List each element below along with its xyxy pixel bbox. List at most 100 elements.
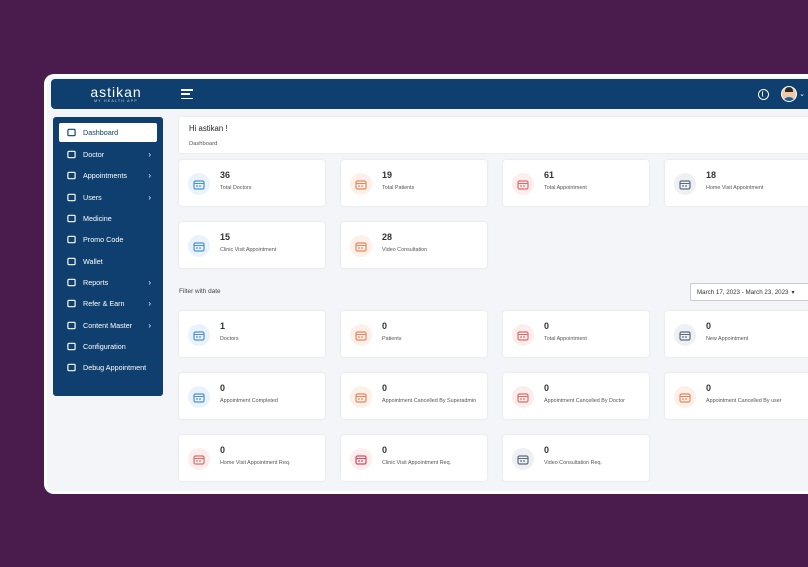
chevron-down-icon[interactable]: ⌄ (799, 90, 805, 98)
sidebar-item-reports[interactable]: Reports › (53, 272, 163, 293)
patients-icon (350, 324, 372, 346)
patients-icon (350, 173, 372, 195)
stat-value: 1 (220, 321, 226, 331)
home-icon (67, 128, 76, 137)
language-globe-icon[interactable] (758, 88, 770, 100)
stat-value: 0 (706, 321, 712, 331)
appointments-icon (67, 171, 76, 180)
sidebar-item-appointments[interactable]: Appointments › (53, 165, 163, 186)
sidebar-item-content-master[interactable]: Content Master › (53, 314, 163, 335)
doctors-icon (188, 173, 210, 195)
sidebar-item-label: Configuration (83, 341, 126, 351)
medicine-icon (67, 214, 76, 223)
stat-card[interactable]: 36 Total Doctors (179, 160, 325, 206)
stat-label: Video Consultation (382, 247, 428, 253)
home-visit-icon (188, 448, 210, 470)
stat-value: 0 (382, 445, 388, 455)
stat-label: New Appointment (706, 336, 749, 342)
sidebar-item-wallet[interactable]: Wallet (53, 250, 163, 271)
gear-icon (67, 342, 76, 351)
sidebar-item-debug-appointment[interactable]: Debug Appointment (53, 357, 163, 378)
caret-down-icon: ▾ (791, 289, 795, 296)
stat-value: 0 (544, 321, 550, 331)
stat-label: Appointment Cancelled By Superadmin (382, 398, 477, 404)
stat-label: Appointment Cancelled By Doctor (544, 398, 625, 404)
page-title: Hi astikan ! (189, 124, 228, 133)
stat-value: 28 (382, 232, 393, 242)
sidebar-item-medicine[interactable]: Medicine (53, 208, 163, 229)
stat-card[interactable]: 19 Total Patients (341, 160, 487, 206)
home-visit-icon (674, 173, 696, 195)
stat-value: 18 (706, 170, 717, 180)
calendar-icon (674, 324, 696, 346)
video-icon (512, 448, 534, 470)
logo[interactable]: astikan MY HEALTH APP (51, 79, 169, 109)
wallet-icon (67, 257, 76, 266)
stat-label: Total Appointment (544, 336, 587, 342)
sidebar-item-label: Dashboard (83, 128, 119, 137)
calendar-icon (512, 324, 534, 346)
sidebar-item-label: Wallet (83, 256, 103, 266)
stat-card[interactable]: 61 Total Appointment (503, 160, 649, 206)
stat-label: Total Doctors (220, 185, 252, 191)
stat-label: Clinic Visit Appointment Req. (382, 460, 452, 466)
sidebar-item-users[interactable]: Users › (53, 187, 163, 208)
sidebar-item-configuration[interactable]: Configuration (53, 336, 163, 357)
chevron-right-icon: › (148, 171, 151, 181)
stat-label: Total Patients (382, 185, 415, 191)
avatar[interactable] (781, 86, 798, 102)
report-icon (67, 278, 76, 287)
tag-icon (67, 235, 76, 244)
stat-value: 0 (706, 383, 712, 393)
stat-card[interactable]: 0 Total Appointment (503, 311, 649, 357)
calendar-cancel-icon (674, 386, 696, 408)
sidebar-item-label: Debug Appointment (83, 363, 147, 373)
stat-value: 0 (382, 383, 388, 393)
stat-card[interactable]: 28 Video Consultation (341, 222, 487, 268)
stat-card[interactable]: 0 Appointment Cancelled By Doctor (503, 373, 649, 419)
top-bar: astikan MY HEALTH APP ⌄ (51, 79, 808, 109)
calendar-cancel-icon (512, 386, 534, 408)
sidebar-item-label: Refer & Earn (83, 299, 125, 309)
stat-card[interactable]: 0 Clinic Visit Appointment Req. (341, 435, 487, 481)
sidebar-item-promo-code[interactable]: Promo Code (53, 229, 163, 250)
breadcrumb[interactable]: Dashboard (189, 141, 801, 147)
stat-label: Video Consultation Req. (544, 460, 603, 466)
sidebar-item-label: Appointments (83, 171, 127, 181)
stat-card[interactable]: 0 Video Consultation Req. (503, 435, 649, 481)
menu-toggle-icon[interactable] (181, 89, 193, 99)
doctor-icon (67, 150, 76, 159)
stat-card[interactable]: 0 Appointment Completed (179, 373, 325, 419)
stat-card[interactable]: 18 Home Visit Appointment (665, 160, 808, 206)
stat-value: 0 (382, 321, 388, 331)
stat-label: Total Appointment (544, 185, 587, 191)
stat-value: 0 (544, 383, 550, 393)
stat-card[interactable]: 0 Home Visit Appointment Req. (179, 435, 325, 481)
profile-menu[interactable]: ⌄ (781, 86, 805, 102)
sidebar-item-label: Users (83, 192, 102, 202)
app-window: astikan MY HEALTH APP ⌄ Dashboard Doctor ›… (44, 74, 808, 494)
stat-card[interactable]: 0 New Appointment (665, 311, 808, 357)
stat-value: 0 (544, 445, 550, 455)
stat-value: 19 (382, 170, 393, 180)
stat-card[interactable]: 0 Appointment Cancelled By user (665, 373, 808, 419)
sidebar-item-refer-earn[interactable]: Refer & Earn › (53, 293, 163, 314)
stat-label: Appointment Cancelled By user (706, 398, 782, 404)
sidebar-item-label: Reports (83, 277, 109, 287)
chevron-right-icon: › (148, 277, 151, 287)
stat-value: 15 (220, 232, 231, 242)
stat-card[interactable]: 1 Doctors (179, 311, 325, 357)
stat-card[interactable]: 15 Clinic Visit Appointment (179, 222, 325, 268)
sidebar-item-dashboard[interactable]: Dashboard (59, 123, 157, 142)
stat-card[interactable]: 0 Patients (341, 311, 487, 357)
stat-card[interactable]: 0 Appointment Cancelled By Superadmin (341, 373, 487, 419)
clinic-icon (350, 448, 372, 470)
date-range-select[interactable]: March 17, 2023 - March 23, 2023 ▾ (690, 283, 808, 301)
doctor-icon (188, 324, 210, 346)
welcome-panel: Hi astikan ! Dashboard (179, 117, 808, 153)
calendar-icon (67, 363, 76, 372)
clinic-icon (188, 235, 210, 257)
stat-label: Appointment Completed (220, 398, 278, 404)
sidebar-item-label: Content Master (83, 320, 133, 330)
sidebar-item-doctor[interactable]: Doctor › (53, 144, 163, 165)
